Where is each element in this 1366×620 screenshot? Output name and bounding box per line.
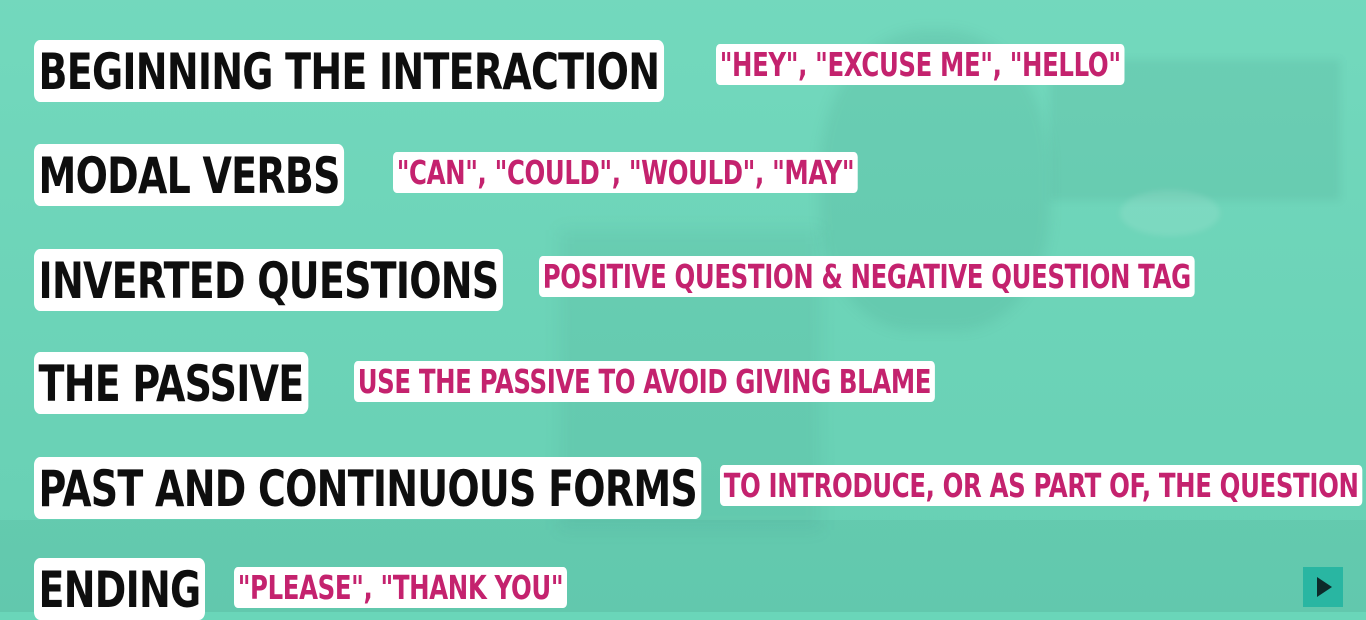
play-icon [1317,577,1332,597]
topic-title: THE PASSIVE [34,352,308,414]
topic-note: "PLEASE", "THANK YOU" [234,567,567,608]
topic-note: TO INTRODUCE, OR AS PART OF, THE QUESTIO… [720,465,1363,506]
topic-note: USE THE PASSIVE TO AVOID GIVING BLAME [354,361,935,402]
play-button[interactable] [1303,567,1343,607]
topic-title: MODAL VERBS [34,144,345,206]
topic-row-modal-verbs: MODAL VERBS [34,144,442,206]
topic-title: BEGINNING THE INTERACTION [34,40,664,102]
topic-row-ending: ENDING [34,558,259,620]
topic-note: POSITIVE QUESTION & NEGATIVE QUESTION TA… [539,256,1195,297]
topic-title: INVERTED QUESTIONS [34,249,503,311]
topic-title: PAST AND CONTINUOUS FORMS [34,457,702,519]
topic-row-passive: THE PASSIVE [34,352,395,414]
topic-note: "CAN", "COULD", "WOULD", "MAY" [393,152,858,193]
topic-title: ENDING [34,558,205,620]
background-bowl [1120,190,1220,236]
topic-note: "HEY", "EXCUSE ME", "HELLO" [716,44,1125,85]
